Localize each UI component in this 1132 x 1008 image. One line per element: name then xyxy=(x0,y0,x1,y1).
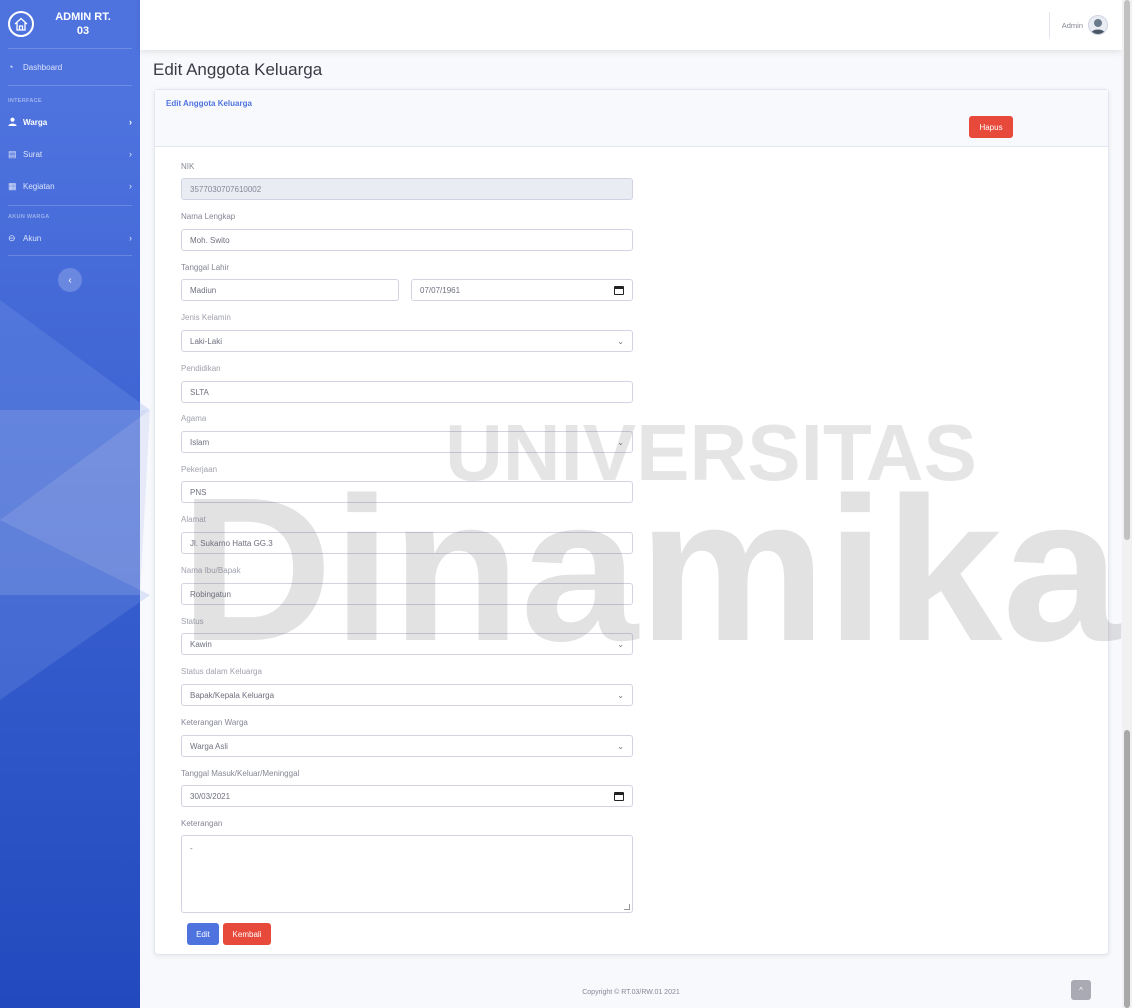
sidebar-item-dashboard[interactable]: ◔ Dashboard xyxy=(0,49,140,85)
sidebar-item-label: Akun xyxy=(23,233,42,243)
tanggal-lahir-field[interactable]: 07/07/1961 xyxy=(411,279,633,301)
sidebar-divider xyxy=(8,255,132,256)
tanggal-masuk-value: 30/03/2021 xyxy=(190,791,231,801)
keterangan-textarea[interactable]: - xyxy=(181,835,633,913)
tanggal-lahir-value: 07/07/1961 xyxy=(420,285,461,295)
chevron-down-icon: ⌄ xyxy=(617,437,624,447)
sidebar-item-akun[interactable]: ⊖ Akun › xyxy=(0,223,140,253)
chevron-right-icon: › xyxy=(129,117,132,127)
page-scrollbar[interactable] xyxy=(1122,0,1132,1008)
sidebar-heading-interface: INTERFACE xyxy=(8,98,42,104)
alamat-field[interactable]: Jl. Sukarno Hatta GG.3 xyxy=(181,532,633,554)
pendidikan-value: SLTA xyxy=(190,387,209,397)
alamat-label: Alamat xyxy=(181,515,206,524)
nama-ortu-value: Robingatun xyxy=(190,589,231,599)
agama-value: Islam xyxy=(190,437,210,447)
chevron-down-icon: ⌄ xyxy=(617,639,624,649)
user-circle-icon: ⊖ xyxy=(8,232,16,243)
sidebar-item-label: Dashboard xyxy=(23,62,63,72)
file-icon: ▤ xyxy=(8,148,17,159)
brand-title: ADMIN RT. 03 xyxy=(55,11,111,37)
jk-label: Jenis Kelamin xyxy=(181,313,231,322)
pendidikan-label: Pendidikan xyxy=(181,364,221,373)
pekerjaan-field[interactable]: PNS xyxy=(181,481,633,503)
page-title: Edit Anggota Keluarga xyxy=(153,60,323,79)
sidebar-item-label: Surat xyxy=(23,149,43,159)
ttl-label: Tanggal Lahir xyxy=(181,263,230,272)
sidebar-item-warga[interactable]: Warga › xyxy=(0,107,140,137)
alamat-value: Jl. Sukarno Hatta GG.3 xyxy=(190,538,273,548)
sidebar-heading-akun: AKUN WARGA xyxy=(8,214,50,220)
tempat-lahir-value: Madiun xyxy=(190,285,217,295)
agama-label: Agama xyxy=(181,414,207,423)
sidebar-item-kegiatan[interactable]: ▦ Kegiatan › xyxy=(0,171,140,201)
topbar-divider xyxy=(1048,12,1050,38)
chevron-down-icon: ⌄ xyxy=(617,690,624,700)
delete-button[interactable]: Hapus xyxy=(969,116,1013,138)
chevron-right-icon: › xyxy=(129,181,132,191)
tanggal-masuk-label: Tanggal Masuk/Keluar/Meninggal xyxy=(181,769,300,778)
scrollbar-thumb[interactable] xyxy=(1124,730,1130,1008)
status-keluarga-label: Status dalam Keluarga xyxy=(181,667,262,676)
chevron-right-icon: › xyxy=(129,149,132,159)
nik-field[interactable]: 3577030707610002 xyxy=(181,178,633,200)
keterangan-warga-select[interactable]: Warga Asli ⌄ xyxy=(181,735,633,757)
sidebar: ADMIN RT. 03 ◔ Dashboard INTERFACE Warga … xyxy=(0,0,140,1008)
keterangan-value: - xyxy=(190,844,193,853)
keterangan-label: Keterangan xyxy=(181,819,223,828)
ortu-label: Nama Ibu/Bapak xyxy=(181,566,241,575)
scrollbar-thumb[interactable] xyxy=(1124,0,1130,540)
sidebar-item-label: Kegiatan xyxy=(23,181,55,191)
sidebar-item-surat[interactable]: ▤ Surat › xyxy=(0,139,140,169)
card-header-title: Edit Anggota Keluarga xyxy=(166,99,252,108)
sidebar-toggle-button[interactable]: ‹ xyxy=(58,268,82,292)
keterangan-warga-value: Warga Asli xyxy=(190,741,228,751)
keterangan-warga-label: Keterangan Warga xyxy=(181,718,248,727)
status-keluarga-value: Bapak/Kepala Keluarga xyxy=(190,690,275,700)
nik-label: NIK xyxy=(181,162,195,171)
sidebar-item-label: Warga xyxy=(23,117,48,127)
status-keluarga-select[interactable]: Bapak/Kepala Keluarga ⌄ xyxy=(181,684,633,706)
pekerjaan-value: PNS xyxy=(190,487,207,497)
calendar-icon[interactable] xyxy=(614,791,624,801)
user-name[interactable]: Admin xyxy=(1062,21,1083,30)
sidebar-brand[interactable]: ADMIN RT. 03 xyxy=(0,0,140,48)
agama-select[interactable]: Islam ⌄ xyxy=(181,431,633,453)
footer-copyright: Copyright © RT.03/RW.01 2021 xyxy=(582,989,680,996)
nama-field[interactable]: Moh. Swito xyxy=(181,229,633,251)
status-select[interactable]: Kawin ⌄ xyxy=(181,633,633,655)
nama-label: Nama Lengkap xyxy=(181,212,236,221)
status-label: Status xyxy=(181,617,204,626)
topbar: Admin xyxy=(140,0,1122,50)
list-icon: ▦ xyxy=(8,180,17,191)
avatar[interactable] xyxy=(1088,15,1108,35)
nik-value: 3577030707610002 xyxy=(190,184,262,194)
back-button[interactable]: Kembali xyxy=(223,923,271,945)
chevron-down-icon: ⌄ xyxy=(617,336,624,346)
nama-ortu-field[interactable]: Robingatun xyxy=(181,583,633,605)
jenis-kelamin-value: Laki-Laki xyxy=(190,336,223,346)
jenis-kelamin-select[interactable]: Laki-Laki ⌄ xyxy=(181,330,633,352)
home-icon xyxy=(8,11,34,37)
pekerjaan-label: Pekerjaan xyxy=(181,465,218,474)
tempat-lahir-field[interactable]: Madiun xyxy=(181,279,399,301)
tanggal-masuk-field[interactable]: 30/03/2021 xyxy=(181,785,633,807)
chevron-right-icon: › xyxy=(129,233,132,243)
scroll-to-top-button[interactable]: ^ xyxy=(1071,980,1091,1000)
pendidikan-field[interactable]: SLTA xyxy=(181,381,633,403)
edit-button[interactable]: Edit xyxy=(187,923,219,945)
status-value: Kawin xyxy=(190,639,212,649)
chevron-down-icon: ⌄ xyxy=(617,741,624,751)
resize-handle[interactable] xyxy=(624,904,630,910)
card-header: Edit Anggota Keluarga Hapus xyxy=(155,90,1108,147)
nama-value: Moh. Swito xyxy=(190,235,230,245)
calendar-icon[interactable] xyxy=(614,285,624,295)
edit-card: Edit Anggota Keluarga Hapus NIK 35770307… xyxy=(154,89,1109,955)
dashboard-icon: ◔ xyxy=(8,62,14,72)
user-icon xyxy=(8,117,20,128)
